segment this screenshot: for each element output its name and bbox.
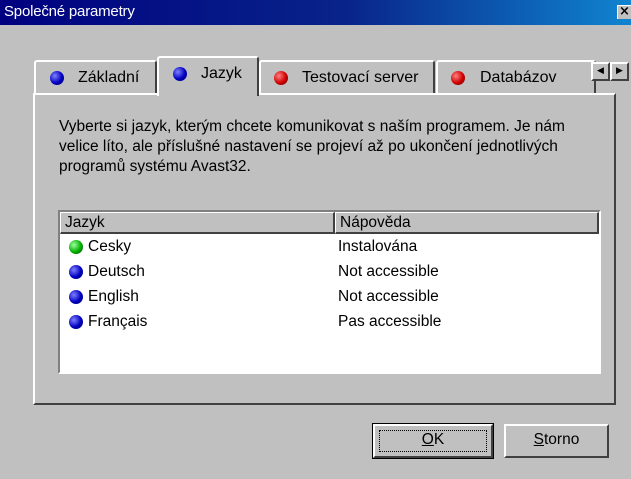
tab-scroll-left-button[interactable]: ◀ [591, 62, 610, 81]
close-icon[interactable]: × [617, 5, 631, 19]
tab-jazyk[interactable]: Jazyk [157, 56, 259, 96]
green-dot-icon [69, 240, 83, 254]
blue-dot-icon [69, 265, 83, 279]
red-dot-icon [451, 71, 465, 85]
column-header-napoveda[interactable]: Nápověda [335, 212, 599, 234]
window-title: Společné parametry [4, 3, 135, 20]
tab-label: Databázov [480, 69, 557, 86]
blue-dot-icon [69, 290, 83, 304]
language-name: Cesky [88, 238, 132, 255]
blue-dot-icon [69, 315, 83, 329]
tab-testovaci-server[interactable]: Testovací server [259, 60, 435, 94]
column-header-jazyk[interactable]: Jazyk [60, 212, 335, 234]
list-item-cesky[interactable]: Cesky Instalována [60, 235, 599, 260]
language-name: Deutsch [88, 263, 145, 280]
tab-zakladni[interactable]: Základní [34, 60, 157, 94]
cancel-button[interactable]: Storno [504, 424, 609, 458]
list-item-english[interactable]: English Not accessible [60, 285, 599, 310]
focus-rectangle [379, 430, 487, 452]
tab-label: Jazyk [201, 65, 242, 82]
blue-dot-icon [50, 71, 64, 85]
help-status: Instalována [338, 238, 418, 255]
help-status: Not accessible [338, 288, 439, 305]
tab-panel: Vyberte si jazyk, kterým chcete komuniko… [33, 93, 616, 405]
list-item-francais[interactable]: Français Pas accessible [60, 310, 599, 335]
blue-dot-icon [173, 67, 187, 81]
description-text: Vyberte si jazyk, kterým chcete komuniko… [59, 118, 565, 175]
help-status: Not accessible [338, 263, 439, 280]
list-item-deutsch[interactable]: Deutsch Not accessible [60, 260, 599, 285]
language-name: Français [88, 313, 148, 330]
tab-label: Základní [78, 69, 140, 86]
tab-databazove[interactable]: Databázov [436, 60, 596, 94]
arrow-right-icon: ▶ [616, 66, 623, 76]
language-list[interactable]: Jazyk Nápověda Cesky Instalována Deutsch… [58, 210, 601, 374]
title-bar: Společné parametry × [0, 0, 631, 25]
ok-button[interactable]: OK [372, 423, 494, 459]
arrow-left-icon: ◀ [597, 66, 604, 76]
tab-scroll-right-button[interactable]: ▶ [610, 62, 629, 81]
red-dot-icon [274, 71, 288, 85]
language-name: English [88, 288, 139, 305]
tab-label: Testovací server [302, 69, 419, 86]
help-status: Pas accessible [338, 313, 442, 330]
